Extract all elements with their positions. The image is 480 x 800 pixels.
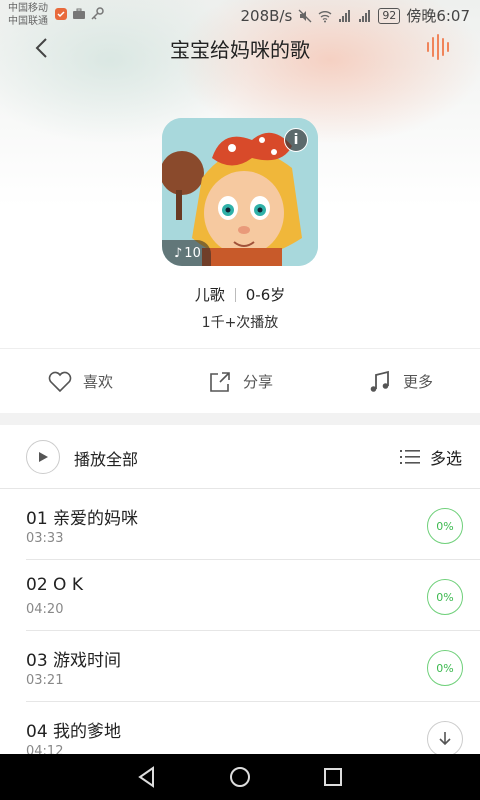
track-count-badge: ♪ 10 xyxy=(162,240,211,266)
play-all-button[interactable] xyxy=(26,440,60,474)
nav-bar: 宝宝给妈咪的歌 xyxy=(0,30,480,66)
multi-select-label: 多选 xyxy=(429,449,462,468)
clock: 傍晚6:07 xyxy=(406,7,470,25)
share-icon xyxy=(210,371,230,392)
category-label: 儿歌 xyxy=(194,286,225,304)
track-duration: 03:21 xyxy=(26,673,64,688)
list-icon xyxy=(399,450,420,464)
network-speed: 208B/s xyxy=(240,6,293,25)
share-button[interactable]: 分享 xyxy=(160,369,320,395)
play-icon xyxy=(39,452,48,462)
more-button[interactable]: 更多 xyxy=(320,369,480,395)
like-button[interactable]: 喜欢 xyxy=(0,369,160,395)
heart-icon xyxy=(48,371,72,392)
info-icon[interactable]: i xyxy=(284,128,308,152)
download-button[interactable] xyxy=(427,721,463,757)
track-item[interactable]: 02 O K 04:20 0% xyxy=(26,560,480,631)
sound-wave-icon xyxy=(427,34,449,60)
battery-indicator: 92 xyxy=(378,7,401,24)
track-count: 10 xyxy=(184,245,201,261)
track-list: 01 亲爱的妈咪 03:33 0% 02 O K 04:20 0% 03 游戏时… xyxy=(0,489,480,773)
system-nav-bar xyxy=(0,754,480,800)
recents-square-icon[interactable] xyxy=(321,765,345,789)
music-note-icon: ♪ xyxy=(174,245,183,261)
app-notification-icon xyxy=(55,8,67,20)
track-duration: 04:20 xyxy=(26,602,64,617)
play-count: 1千+次播放 xyxy=(201,315,279,331)
music-note-icon xyxy=(370,370,389,392)
track-item[interactable]: 03 游戏时间 03:21 0% xyxy=(26,631,480,702)
track-title: 02 O K xyxy=(26,575,83,595)
carrier-2: 中国联通 xyxy=(8,16,48,27)
page-title: 宝宝给妈咪的歌 xyxy=(170,38,310,62)
signal-icon-2 xyxy=(359,9,371,22)
notification-icons xyxy=(54,7,104,21)
mute-icon xyxy=(298,9,312,22)
download-arrow-icon xyxy=(439,732,451,746)
track-item[interactable]: 01 亲爱的妈咪 03:33 0% xyxy=(26,489,480,560)
download-progress[interactable]: 0% xyxy=(427,650,463,686)
action-bar: 喜欢 分享 更多 xyxy=(0,348,480,414)
signal-icon-1 xyxy=(339,9,351,22)
download-progress[interactable]: 0% xyxy=(427,508,463,544)
album-meta: 儿歌 0-6岁 xyxy=(0,284,480,305)
status-bar: 中国移动 中国联通 208B/s 92 傍晚6:07 xyxy=(0,0,480,30)
album-cover[interactable]: i ♪ 10 xyxy=(162,118,318,266)
meta-divider xyxy=(234,288,236,302)
track-title: 01 亲爱的妈咪 xyxy=(26,509,139,529)
briefcase-icon xyxy=(73,8,85,19)
play-all-label[interactable]: 播放全部 xyxy=(74,446,138,470)
like-label: 喜欢 xyxy=(82,373,113,391)
track-duration: 03:33 xyxy=(26,531,64,546)
play-all-row: 播放全部 多选 xyxy=(0,425,480,489)
more-label: 更多 xyxy=(402,373,433,391)
key-icon xyxy=(91,7,104,20)
carrier-1: 中国移动 xyxy=(8,3,48,14)
track-title: 03 游戏时间 xyxy=(26,651,122,671)
now-playing-button[interactable] xyxy=(424,32,454,62)
home-circle-icon[interactable] xyxy=(228,765,252,789)
status-right: 208B/s 92 傍晚6:07 xyxy=(241,5,470,26)
track-title: 04 我的爹地 xyxy=(26,722,122,742)
back-triangle-icon[interactable] xyxy=(135,765,159,789)
carrier-info: 中国移动 中国联通 xyxy=(8,2,48,28)
section-divider xyxy=(0,413,480,425)
download-progress[interactable]: 0% xyxy=(427,579,463,615)
wifi-icon xyxy=(318,10,332,22)
multi-select-button[interactable]: 多选 xyxy=(399,445,462,469)
share-label: 分享 xyxy=(242,373,273,391)
age-range: 0-6岁 xyxy=(245,286,286,304)
